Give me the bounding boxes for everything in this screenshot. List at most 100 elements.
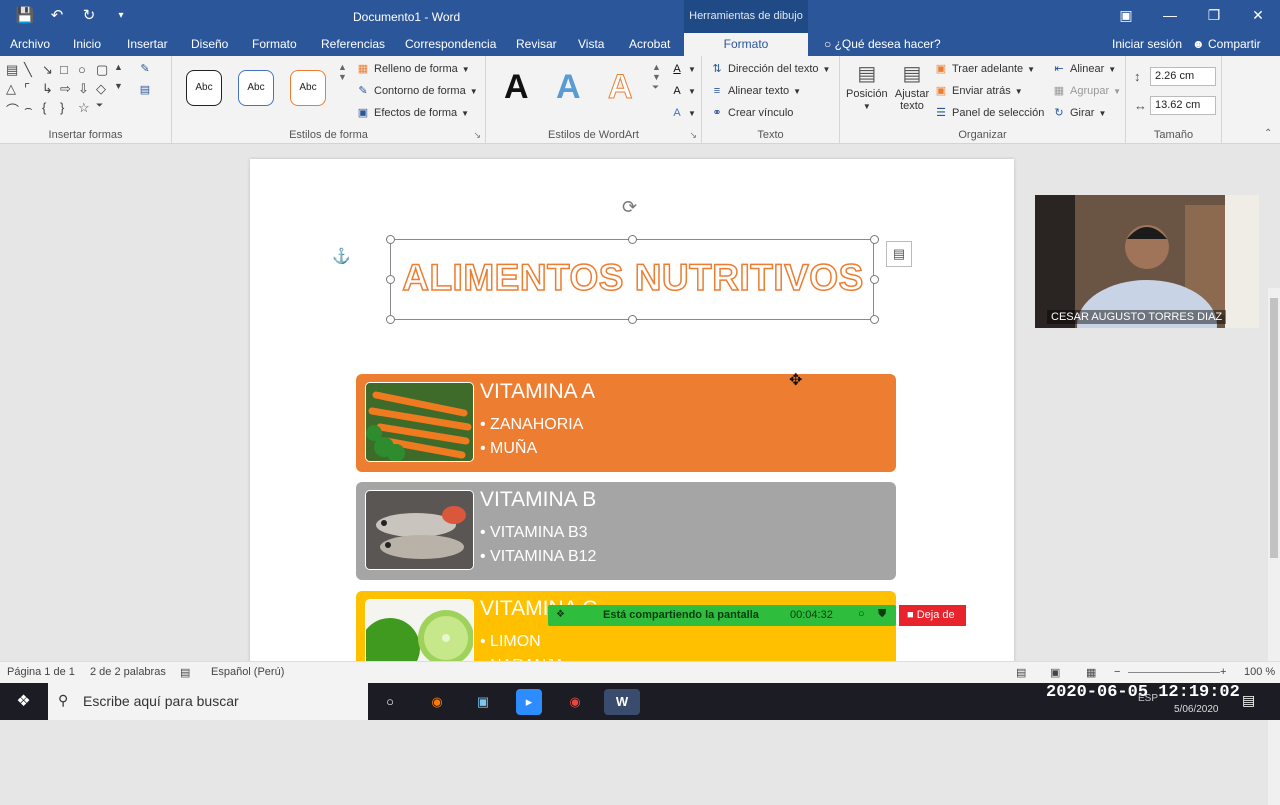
resize-handle[interactable] [386,275,395,284]
system-date[interactable]: 5/06/2020 [1174,704,1219,715]
word-count[interactable]: 2 de 2 palabras [90,666,166,678]
resize-handle[interactable] [628,315,637,324]
collapse-ribbon-icon[interactable]: ⌃ [1264,128,1272,139]
scrollbar-thumb[interactable] [1270,298,1278,558]
undo-icon[interactable]: ↶ [46,6,68,26]
wrap-text-button[interactable]: ▤ Ajustar texto [892,62,932,112]
gallery-scroll-icon[interactable]: ▲ [114,62,132,78]
page-count[interactable]: Página 1 de 1 [7,666,75,678]
taskbar-search[interactable]: ⚲ Escribe aquí para buscar [48,683,368,720]
text-outline-button[interactable]: A ▼ [670,84,696,98]
group-button[interactable]: ▦ Agrupar ▼ [1052,84,1121,98]
zoom-app-icon[interactable]: ▸ [516,689,542,715]
layout-options-icon[interactable]: ▤ [886,241,912,267]
shield-icon[interactable]: ⛊ [878,608,886,621]
connector-shape-icon[interactable]: ↳ [42,81,60,97]
wordart-style-orange[interactable]: A [608,68,634,107]
drag-handle-icon[interactable]: ❖ [556,609,565,620]
arc-shape-icon[interactable]: ⌢ [24,100,42,119]
shape-fill-button[interactable]: ▦ Relleno de forma ▼ [356,62,470,76]
rotate-handle-icon[interactable]: ⟳ [622,197,637,218]
text-direction-button[interactable]: ⇅ Dirección del texto ▼ [710,62,830,76]
zoom-out-icon[interactable]: − [1114,666,1120,678]
down-arrow-shape-icon[interactable]: ⇩ [78,81,96,97]
star-shape-icon[interactable]: ☆ [78,100,96,119]
align-text-button[interactable]: ≡ Alinear texto ▼ [710,84,801,98]
tab-formato-drawing[interactable]: Formato [684,33,808,56]
shape-width-input[interactable]: 13.62 cm [1150,96,1216,115]
zoom-in-icon[interactable]: + [1220,666,1226,678]
shape-effects-button[interactable]: ▣ Efectos de forma ▼ [356,106,469,120]
selection-pane-button[interactable]: ☰ Panel de selección [934,106,1044,120]
tell-me-search[interactable]: ○ ¿Qué desea hacer? [822,33,943,56]
shape-outline-button[interactable]: ✎ Contorno de forma ▼ [356,84,477,98]
redo-icon[interactable]: ↻ [78,6,100,26]
more-shapes-icon[interactable]: ⏷ [96,100,114,119]
ribbon-display-icon[interactable]: ▣ [1104,0,1148,30]
tab-diseno[interactable]: Diseño [189,33,230,56]
position-button[interactable]: ▤ Posición ▼ [846,62,888,111]
word-app-icon[interactable]: W [604,689,640,715]
resize-handle[interactable] [386,235,395,244]
dialog-launcher-icon[interactable]: ↘ [473,130,481,141]
line-shape-icon[interactable]: ╲ [24,62,42,78]
triangle-shape-icon[interactable]: △ [6,81,24,97]
dialog-launcher-icon[interactable]: ↘ [689,130,697,141]
gallery-down-icon[interactable]: ▼ [114,81,132,97]
arrow-line-shape-icon[interactable]: ↘ [42,62,60,78]
textbox-shape-icon[interactable]: ▤ [6,62,24,78]
close-icon[interactable]: ✕ [1236,0,1280,30]
proofing-icon[interactable]: ▤ [180,666,190,679]
print-layout-icon[interactable]: ▣ [1050,666,1060,679]
signin-link[interactable]: Iniciar sesión [1110,33,1184,56]
keyboard-language[interactable]: ESP [1138,693,1158,704]
tab-acrobat[interactable]: Acrobat [627,33,672,56]
curve-shape-icon[interactable]: ⌒ [6,100,24,119]
tab-archivo[interactable]: Archivo [8,33,52,56]
send-backward-button[interactable]: ▣ Enviar atrás ▼ [934,84,1023,98]
tab-inicio[interactable]: Inicio [71,33,103,56]
create-link-button[interactable]: ⚭ Crear vínculo [710,106,793,120]
resize-handle[interactable] [870,315,879,324]
cortana-icon[interactable]: ○ [377,689,403,715]
wordart-style-blue[interactable]: A [556,68,581,107]
edit-shape-button[interactable]: ✎ [138,62,152,76]
remote-desktop-icon[interactable]: ▣ [470,689,496,715]
shape-style-black[interactable]: Abc [186,70,222,106]
brace-right-shape-icon[interactable]: } [60,100,78,119]
shape-height-input[interactable]: 2.26 cm [1150,67,1216,86]
bring-forward-button[interactable]: ▣ Traer adelante ▼ [934,62,1035,76]
draw-textbox-button[interactable]: ▤ [138,83,152,97]
language-indicator[interactable]: Español (Perú) [211,666,284,678]
callout-shape-icon[interactable]: ◇ [96,81,114,97]
stop-sharing-button[interactable]: ■ Deja de [899,605,966,626]
oval-shape-icon[interactable]: ○ [78,62,96,78]
tab-correspondencia[interactable]: Correspondencia [403,33,498,56]
shape-style-orange[interactable]: Abc [290,70,326,106]
wordart-style-black[interactable]: A [504,68,529,107]
elbow-shape-icon[interactable]: ⌜ [24,81,42,97]
rotate-button[interactable]: ↻ Girar ▼ [1052,106,1106,120]
notification-icon[interactable]: ▤ [1242,692,1255,709]
resize-handle[interactable] [870,235,879,244]
shape-style-blue[interactable]: Abc [238,70,274,106]
restore-icon[interactable]: ❐ [1192,0,1236,30]
wordart-gallery-more[interactable]: ▲ ▼ ⏷ [652,62,661,93]
zoom-level[interactable]: 100 % [1244,666,1275,678]
shapes-gallery[interactable]: ▤ ╲ ↘ □ ○ ▢ ▲ △ ⌜ ↳ ⇨ ⇩ ◇ ▼ ⌒ ⌢ { } ☆ ⏷ [6,62,136,119]
resize-handle[interactable] [870,275,879,284]
rounded-rect-shape-icon[interactable]: ▢ [96,62,114,78]
wordart-textbox[interactable]: ALIMENTOS NUTRITIVOS [386,235,879,324]
style-gallery-more[interactable]: ▲ ▼ [338,62,347,82]
right-arrow-shape-icon[interactable]: ⇨ [60,81,78,97]
resize-handle[interactable] [628,235,637,244]
resize-handle[interactable] [386,315,395,324]
tab-formato-1[interactable]: Formato [250,33,299,56]
tab-insertar[interactable]: Insertar [125,33,170,56]
windows-start-icon[interactable]: ❖ [0,683,47,720]
tab-revisar[interactable]: Revisar [514,33,559,56]
customize-icon[interactable]: ▾ [110,6,132,26]
zoom-slider[interactable] [1128,672,1220,673]
brace-left-shape-icon[interactable]: { [42,100,60,119]
share-button[interactable]: ☻ Compartir [1190,33,1263,56]
